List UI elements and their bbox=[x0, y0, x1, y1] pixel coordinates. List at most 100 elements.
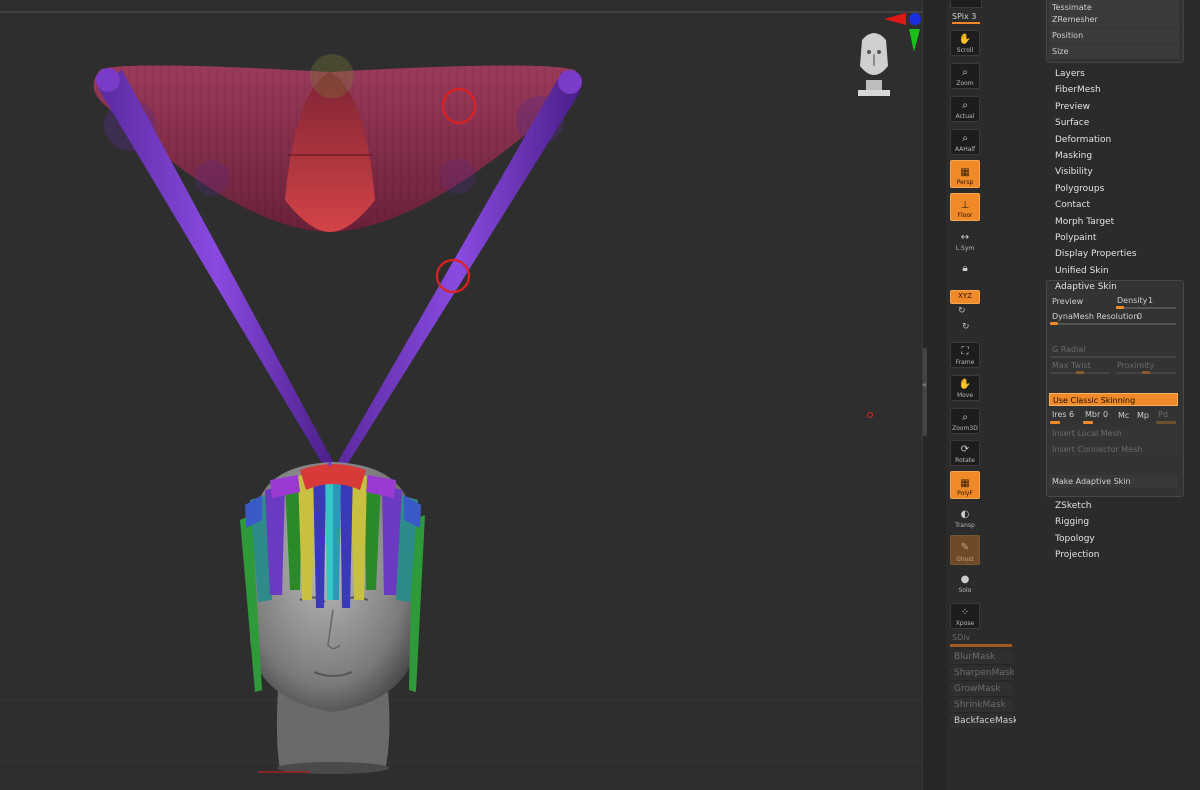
mbr-slider[interactable] bbox=[1083, 421, 1093, 424]
dynamesh-resolution-label: DynaMesh Resolution bbox=[1052, 312, 1139, 321]
menu-polygroups[interactable]: Polygroups bbox=[1055, 184, 1104, 194]
mp-toggle[interactable]: Mp bbox=[1137, 411, 1149, 420]
zremesher-button[interactable]: ZRemesher bbox=[1049, 12, 1179, 27]
ghost-icon: ✎ bbox=[960, 542, 970, 553]
insert-connector-mesh-button[interactable]: Insert Connector Mesh bbox=[1049, 443, 1178, 456]
hand-icon: ✋ bbox=[958, 34, 972, 45]
solo-icon: ● bbox=[960, 574, 970, 585]
menu-polypaint[interactable]: Polypaint bbox=[1055, 233, 1096, 243]
growmask-button[interactable]: GrowMask bbox=[950, 682, 1012, 697]
blurmask-button[interactable]: BlurMask bbox=[950, 650, 1012, 665]
rotate-y-icon[interactable]: ↻ bbox=[958, 306, 966, 316]
spix-label[interactable]: SPix 3 bbox=[952, 12, 976, 21]
grid-icon: ▦ bbox=[960, 167, 970, 178]
density-value: 1 bbox=[1148, 296, 1154, 305]
sdiv-slider[interactable] bbox=[950, 644, 1012, 647]
dynamesh-resolution-slider[interactable] bbox=[1050, 323, 1176, 325]
mbr-label: Mbr bbox=[1085, 410, 1101, 419]
menu-layers[interactable]: Layers bbox=[1055, 69, 1085, 79]
backfacemask-button[interactable]: BackfaceMask bbox=[950, 714, 1018, 729]
menu-display-properties[interactable]: Display Properties bbox=[1055, 249, 1137, 259]
lock-button[interactable]: 🔒︎ bbox=[950, 259, 980, 285]
proximity-label[interactable]: Proximity bbox=[1117, 361, 1154, 370]
density-slider[interactable] bbox=[1116, 307, 1176, 309]
make-adaptive-skin-button[interactable]: Make Adaptive Skin bbox=[1049, 475, 1178, 488]
aahalf-button[interactable]: ⌕ AAHalf bbox=[950, 129, 980, 155]
menu-zsketch[interactable]: ZSketch bbox=[1055, 501, 1092, 511]
preview-toggle[interactable]: Preview bbox=[1052, 297, 1083, 306]
max-twist-label[interactable]: Max Twist bbox=[1052, 361, 1091, 370]
xyz-button[interactable]: XYZ bbox=[950, 290, 980, 304]
symmetry-icon: ↔ bbox=[960, 232, 970, 243]
brush-button[interactable] bbox=[950, 0, 982, 8]
ires-value: 6 bbox=[1069, 410, 1075, 419]
magnifier-icon: ⌕ bbox=[962, 133, 968, 144]
ires-label: Ires bbox=[1052, 410, 1067, 419]
size-button[interactable]: Size bbox=[1049, 44, 1179, 59]
g-radial-label[interactable]: G Radial bbox=[1052, 345, 1085, 354]
magnifier-icon: ⌕ bbox=[962, 412, 968, 423]
menu-surface[interactable]: Surface bbox=[1055, 118, 1089, 128]
mc-toggle[interactable]: Mc bbox=[1118, 411, 1129, 420]
use-classic-skinning-toggle[interactable]: Use Classic Skinning bbox=[1049, 393, 1178, 406]
density-label: Density bbox=[1117, 296, 1148, 305]
zoom3d-button[interactable]: ⌕ Zoom3D bbox=[950, 408, 980, 434]
menu-adaptive-skin[interactable]: Adaptive Skin bbox=[1055, 282, 1117, 292]
menu-contact[interactable]: Contact bbox=[1055, 200, 1090, 210]
ires-slider[interactable] bbox=[1050, 421, 1060, 424]
menu-masking[interactable]: Masking bbox=[1055, 151, 1092, 161]
shrinkmask-button[interactable]: ShrinkMask bbox=[950, 698, 1012, 713]
density-slider-fill bbox=[1116, 306, 1124, 309]
xpose-icon: ⁘ bbox=[960, 607, 970, 618]
proximity-fill bbox=[1142, 371, 1150, 374]
dynamesh-resolution-value: 0 bbox=[1137, 312, 1143, 321]
viewport-divider: ◂ bbox=[922, 0, 947, 790]
sdiv-label[interactable]: SDiv bbox=[952, 633, 970, 642]
insert-local-mesh-button[interactable]: Insert Local Mesh bbox=[1049, 427, 1178, 440]
sharpenmask-button[interactable]: SharpenMask bbox=[950, 666, 1015, 681]
menu-unified-skin[interactable]: Unified Skin bbox=[1055, 266, 1109, 276]
menu-morph-target[interactable]: Morph Target bbox=[1055, 217, 1114, 227]
menu-preview[interactable]: Preview bbox=[1055, 102, 1090, 112]
floor-button[interactable]: ⊥ Floor bbox=[950, 193, 980, 221]
lsym-button[interactable]: ↔ L.Sym bbox=[950, 228, 980, 254]
floor-icon: ⊥ bbox=[960, 200, 970, 211]
menu-visibility[interactable]: Visibility bbox=[1055, 167, 1093, 177]
solo-button[interactable]: ● Solo bbox=[950, 570, 980, 596]
rotate-button[interactable]: ⟳ Rotate bbox=[950, 440, 980, 466]
persp-button[interactable]: ▦ Persp bbox=[950, 160, 980, 188]
menu-projection[interactable]: Projection bbox=[1055, 550, 1100, 560]
hand-icon: ✋ bbox=[958, 379, 972, 390]
transparency-icon: ◐ bbox=[960, 509, 970, 520]
xpose-button[interactable]: ⁘ Xpose bbox=[950, 603, 980, 629]
rotate-z-icon[interactable]: ↻ bbox=[962, 322, 970, 332]
ghost-button[interactable]: ✎ Ghost bbox=[950, 535, 980, 565]
frame-button[interactable]: ⛶ Frame bbox=[950, 342, 980, 368]
canvas-viewport[interactable] bbox=[0, 0, 922, 790]
lock-icon: 🔒︎ bbox=[962, 263, 968, 274]
scroll-button[interactable]: ✋ Scroll bbox=[950, 30, 980, 56]
pd-label[interactable]: Pd bbox=[1158, 410, 1168, 419]
actual-button[interactable]: ⌕ Actual bbox=[950, 96, 980, 122]
position-button[interactable]: Position bbox=[1049, 28, 1179, 43]
spix-slider[interactable] bbox=[952, 22, 980, 24]
collapse-arrow-icon[interactable]: ◂ bbox=[922, 380, 928, 400]
polyframe-icon: ▦ bbox=[960, 478, 970, 489]
transp-button[interactable]: ◐ Transp bbox=[950, 505, 980, 531]
max-twist-fill bbox=[1076, 371, 1084, 374]
menu-topology[interactable]: Topology bbox=[1055, 534, 1095, 544]
polyf-button[interactable]: ▦ PolyF bbox=[950, 471, 980, 499]
dynamesh-resolution-fill bbox=[1050, 322, 1058, 325]
menu-fibermesh[interactable]: FiberMesh bbox=[1055, 85, 1101, 95]
menu-deformation[interactable]: Deformation bbox=[1055, 135, 1111, 145]
frame-icon: ⛶ bbox=[961, 346, 969, 357]
menu-rigging[interactable]: Rigging bbox=[1055, 517, 1089, 527]
mbr-value: 0 bbox=[1103, 410, 1109, 419]
zoom-button[interactable]: ⌕ Zoom bbox=[950, 63, 980, 89]
scene-render bbox=[0, 11, 922, 774]
g-radial-slider[interactable] bbox=[1050, 356, 1176, 358]
magnifier-icon: ⌕ bbox=[962, 100, 968, 111]
pd-slider[interactable] bbox=[1156, 421, 1176, 424]
rotate-icon: ⟳ bbox=[960, 444, 970, 455]
move-button[interactable]: ✋ Move bbox=[950, 375, 980, 401]
